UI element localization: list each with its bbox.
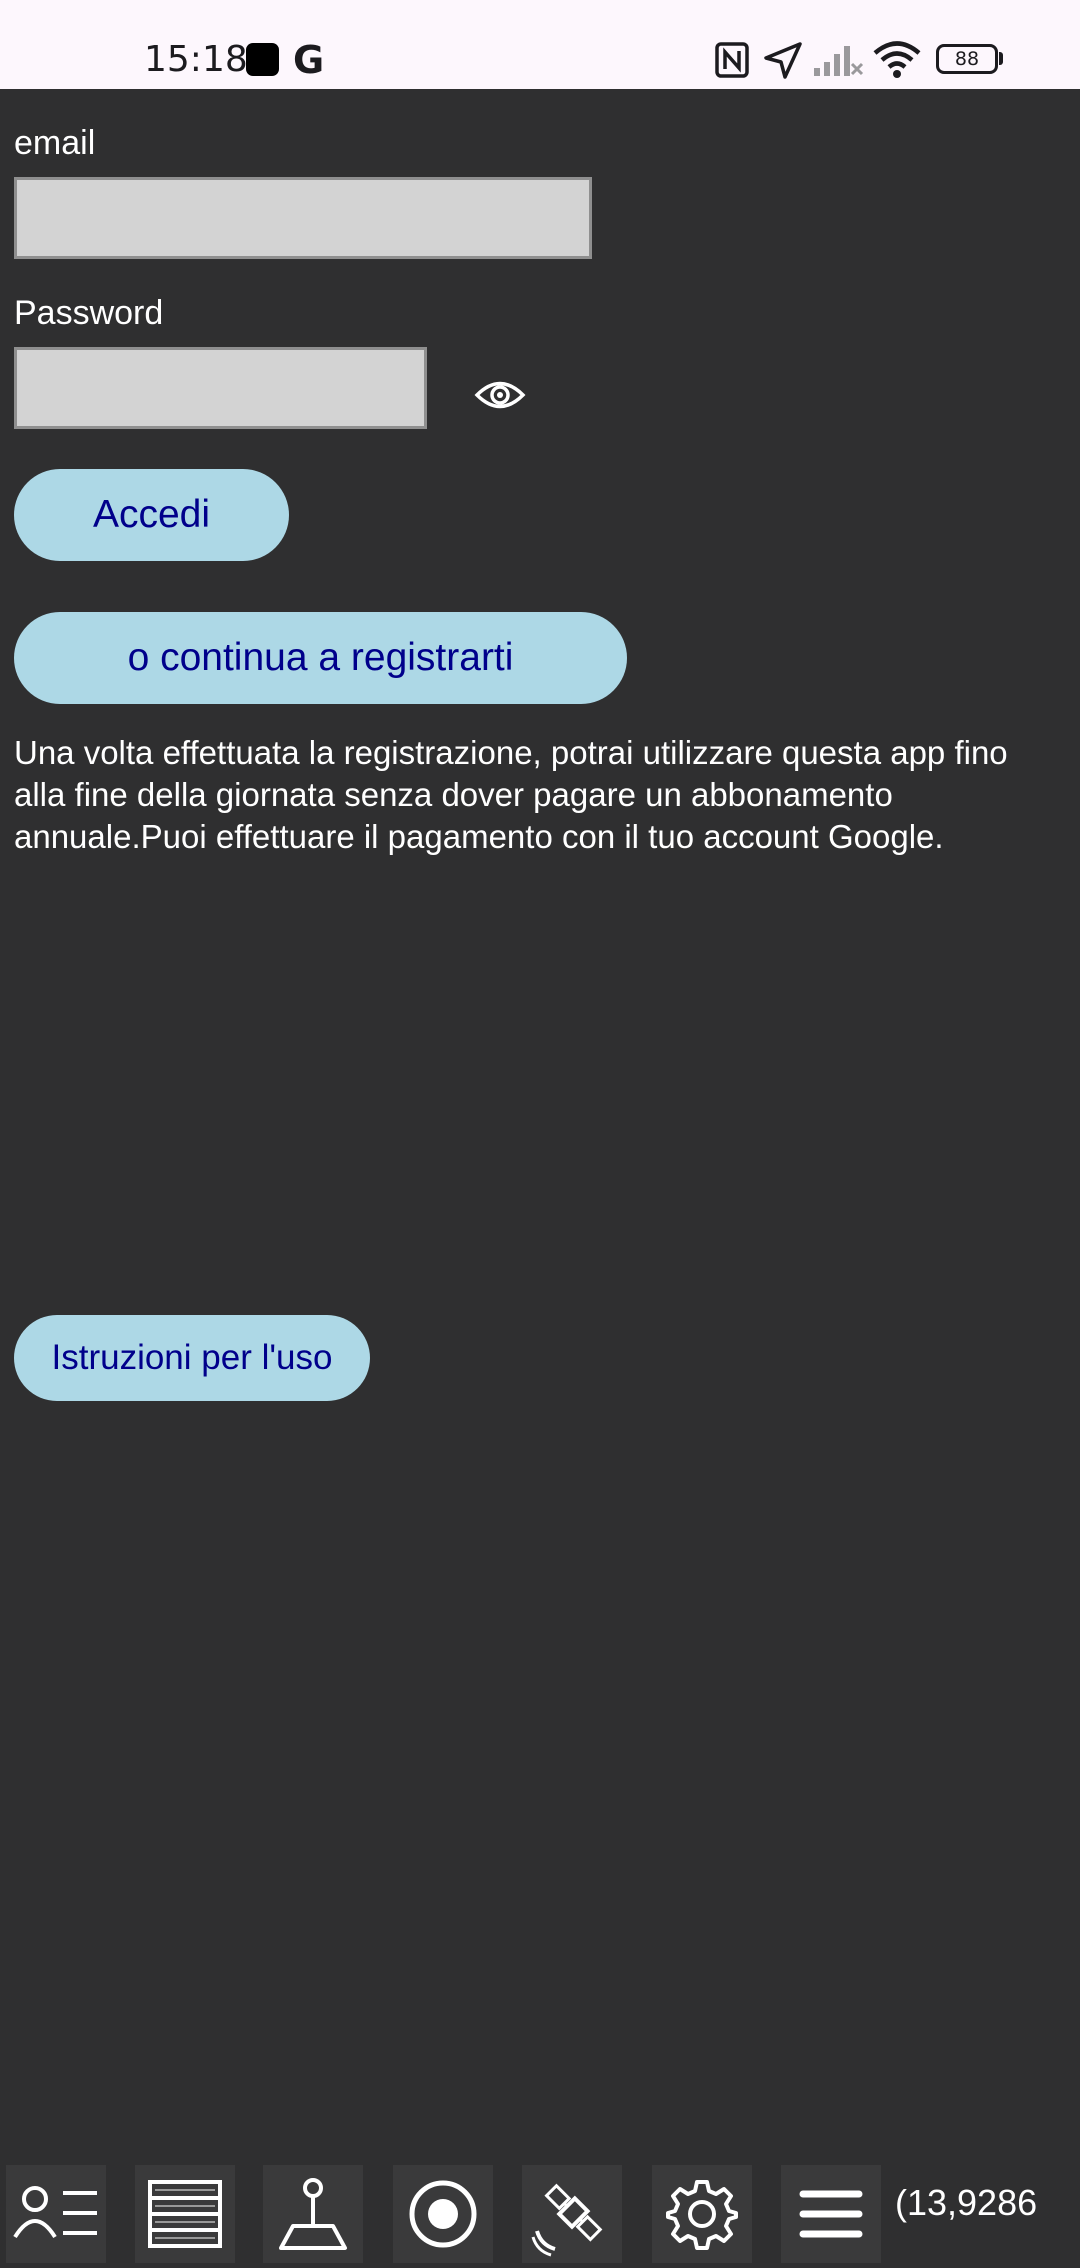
- record-icon: [409, 2180, 477, 2248]
- user-list-button[interactable]: [6, 2165, 106, 2263]
- nfc-icon: [715, 42, 749, 78]
- settings-button[interactable]: [652, 2165, 752, 2263]
- instructions-button[interactable]: Istruzioni per l'uso: [14, 1315, 370, 1401]
- coordinate-readout: (13,9286: [895, 2182, 1038, 2223]
- user-list-icon: [13, 2186, 97, 2239]
- email-field[interactable]: [14, 177, 592, 259]
- status-bar: 15:18 G 88: [0, 0, 1080, 89]
- status-time: 15:18: [144, 39, 248, 80]
- satellite-button[interactable]: [522, 2165, 622, 2263]
- info-text: Una volta effettuata la registrazione, p…: [14, 734, 1008, 855]
- email-label: email: [14, 124, 96, 162]
- login-button[interactable]: Accedi: [14, 469, 289, 561]
- satellite-icon: [531, 2183, 603, 2257]
- menu-button[interactable]: [781, 2165, 881, 2263]
- show-password-eye-icon[interactable]: [474, 376, 526, 414]
- gear-icon: [666, 2180, 738, 2250]
- layers-list-icon: [148, 2180, 222, 2248]
- record-button[interactable]: [393, 2165, 493, 2263]
- location-arrow-icon: [764, 42, 802, 79]
- register-button[interactable]: o continua a registrarti: [14, 612, 627, 704]
- menu-icon: [799, 2190, 863, 2238]
- signal-icon: [814, 46, 864, 76]
- password-label: Password: [14, 294, 164, 332]
- layers-list-button[interactable]: [135, 2165, 235, 2263]
- pin-map-icon: [279, 2178, 347, 2250]
- battery-tip: [999, 52, 1003, 65]
- pin-map-button[interactable]: [263, 2165, 363, 2263]
- battery-icon: 88: [936, 44, 998, 74]
- wifi-icon: [873, 41, 921, 78]
- google-icon: G: [293, 38, 325, 82]
- app-notification-icon: [246, 43, 279, 76]
- password-field[interactable]: [14, 347, 427, 429]
